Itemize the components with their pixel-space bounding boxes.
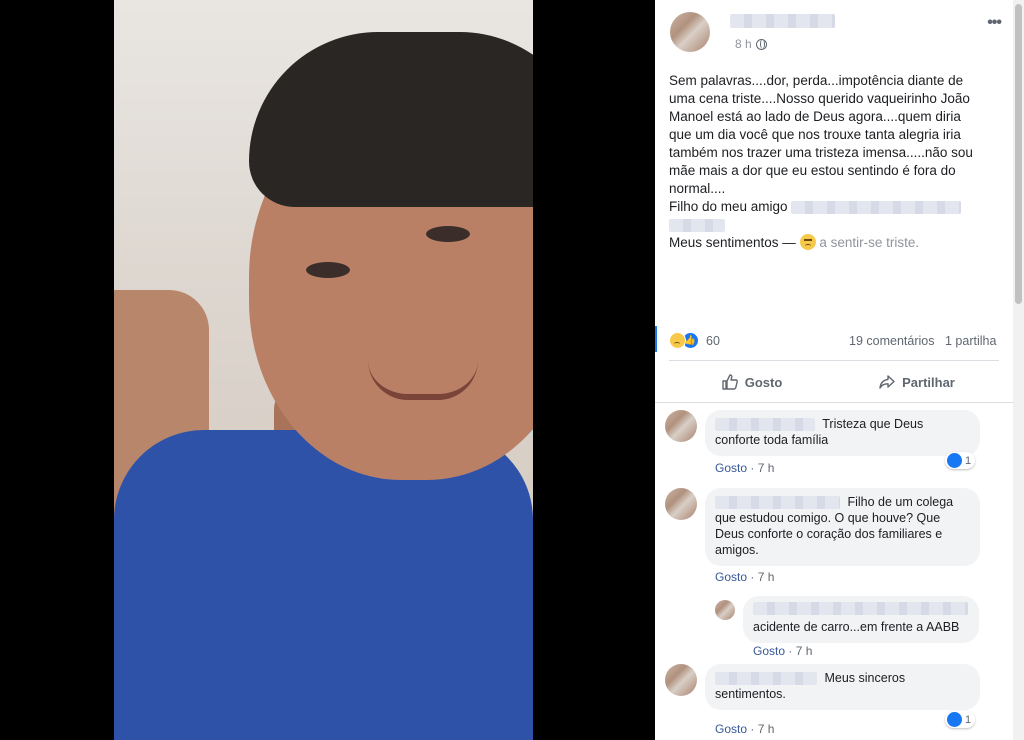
comment-like-link[interactable]: Gosto	[715, 570, 747, 584]
author-name-redacted[interactable]	[730, 14, 835, 28]
feeling-text[interactable]: a sentir-se triste.	[819, 235, 919, 250]
meta-dot: ·	[750, 570, 758, 584]
reply-bubble: acidente de carro...em frente a AABB	[743, 596, 979, 643]
divider	[669, 360, 999, 361]
comment-like-count: 1	[965, 713, 972, 726]
like-reaction-icon	[947, 712, 962, 727]
comment-text: sentimentos.	[715, 687, 786, 701]
comment-reaction-count[interactable]: 1	[945, 711, 976, 728]
comment-text: Deus conforte o coração dos familiares e	[715, 527, 943, 541]
comment-time[interactable]: 7 h	[758, 570, 775, 584]
meta-dot: ·	[750, 722, 758, 736]
shares-count[interactable]: 1 partilha	[945, 334, 996, 348]
reaction-count[interactable]: 60	[706, 334, 720, 348]
left-eye	[306, 262, 350, 278]
comment-text: que estudou comigo. O que houve? Que	[715, 511, 941, 525]
share-arrow-icon	[879, 375, 895, 389]
comment-like-count: 1	[965, 454, 972, 467]
hair	[249, 32, 533, 207]
post-text-line: normal....	[669, 181, 726, 196]
thumbs-up-icon	[722, 374, 738, 390]
replier-avatar[interactable]	[715, 600, 735, 620]
divider-full	[655, 402, 1013, 403]
reply-meta: Gosto · 7 h	[753, 644, 812, 658]
meta-dot: ·	[788, 644, 796, 658]
comment-like-link[interactable]: Gosto	[715, 722, 747, 736]
sad-face-icon	[799, 234, 816, 250]
photo-viewer	[0, 0, 655, 740]
friend-line: Filho do meu amigo	[669, 198, 999, 216]
scrollbar-thumb[interactable]	[1015, 4, 1022, 304]
post-body: Sem palavras....dor, perda...impotência …	[669, 72, 999, 252]
post-text-line: uma cena triste....Nosso querido vaqueir…	[669, 91, 970, 106]
post-photo[interactable]	[114, 0, 533, 740]
author-avatar[interactable]	[670, 12, 710, 52]
comment-bubble: Filho de um colega que estudou comigo. O…	[705, 488, 980, 566]
post-text-line: Manoel está ao lado de Deus agora....que…	[669, 109, 961, 124]
meta-dot: ·	[750, 461, 758, 475]
comment-text: Meus sinceros	[824, 671, 906, 685]
comment-reaction-count[interactable]: 1	[945, 452, 976, 469]
post-text-line: que um dia você que nos trouxe tanta ale…	[669, 127, 961, 142]
comments-count[interactable]: 19 comentários	[849, 334, 934, 348]
reply-like-link[interactable]: Gosto	[753, 644, 785, 658]
reactions-bar: 👍 60 19 comentários 1 partilha	[669, 330, 999, 352]
sad-reaction-icon	[669, 332, 686, 349]
reply-time[interactable]: 7 h	[796, 644, 813, 658]
commenter-avatar[interactable]	[665, 488, 697, 520]
share-button[interactable]: Partilhar	[834, 368, 999, 396]
post-time[interactable]: 8 h	[735, 37, 767, 51]
comment-bubble: Tristeza que Deus conforte toda família	[705, 410, 980, 456]
post-text-line: mãe mais a dor que eu estou sentindo é f…	[669, 163, 956, 178]
comment-meta: Gosto · 7 h	[715, 570, 774, 584]
post-text-line: também nos trazer uma tristeza imensa...…	[669, 145, 973, 160]
comment-time[interactable]: 7 h	[758, 722, 775, 736]
like-button-label: Gosto	[744, 374, 783, 390]
commenter-name-redacted[interactable]	[715, 496, 840, 510]
more-icon[interactable]: •••	[987, 14, 1002, 32]
post-text-line: Sem palavras....dor, perda...impotência …	[669, 73, 964, 88]
replier-name-redacted[interactable]	[753, 602, 968, 615]
friend-line-cont	[669, 216, 999, 234]
post-side-panel: 8 h ••• Sem palavras....dor, perda...imp…	[655, 0, 1013, 740]
like-button[interactable]: Gosto	[669, 368, 834, 396]
comment-like-link[interactable]: Gosto	[715, 461, 747, 475]
share-button-label: Partilhar	[902, 374, 955, 390]
globe-icon	[755, 38, 767, 50]
focus-marker	[655, 326, 657, 352]
post-time-label[interactable]: 8 h	[735, 37, 752, 51]
friend-name-redacted-cont[interactable]	[669, 218, 725, 232]
comment-time[interactable]: 7 h	[758, 461, 775, 475]
comment-meta: Gosto · 7 h	[715, 461, 774, 475]
post-actions: Gosto Partilhar	[669, 368, 999, 396]
feeling-prefix: Meus sentimentos —	[669, 235, 796, 250]
blue-shirt	[114, 430, 533, 740]
right-eye	[426, 226, 470, 242]
friend-name-redacted[interactable]	[791, 200, 962, 214]
post-header: 8 h	[670, 12, 1000, 52]
comment-bubble: Meus sinceros sentimentos.	[705, 664, 980, 710]
reply-text: acidente de carro...em frente a AABB	[753, 620, 960, 634]
reaction-icons[interactable]: 👍	[669, 332, 699, 349]
like-reaction-icon	[947, 453, 962, 468]
commenter-name-redacted[interactable]	[715, 418, 815, 432]
commenter-avatar[interactable]	[665, 664, 697, 696]
feeling-line: Meus sentimentos — a sentir-se triste.	[669, 234, 999, 252]
friend-prefix: Filho do meu amigo	[669, 199, 788, 214]
comment-text: amigos.	[715, 543, 759, 557]
comment-text: Filho de um colega	[847, 495, 954, 509]
commenter-name-redacted[interactable]	[715, 672, 817, 686]
comment-text: conforte toda família	[715, 433, 829, 447]
comment-text: Tristeza que Deus	[822, 417, 924, 431]
scrollbar[interactable]	[1013, 0, 1024, 740]
comment-meta: Gosto · 7 h	[715, 722, 774, 736]
commenter-avatar[interactable]	[665, 410, 697, 442]
